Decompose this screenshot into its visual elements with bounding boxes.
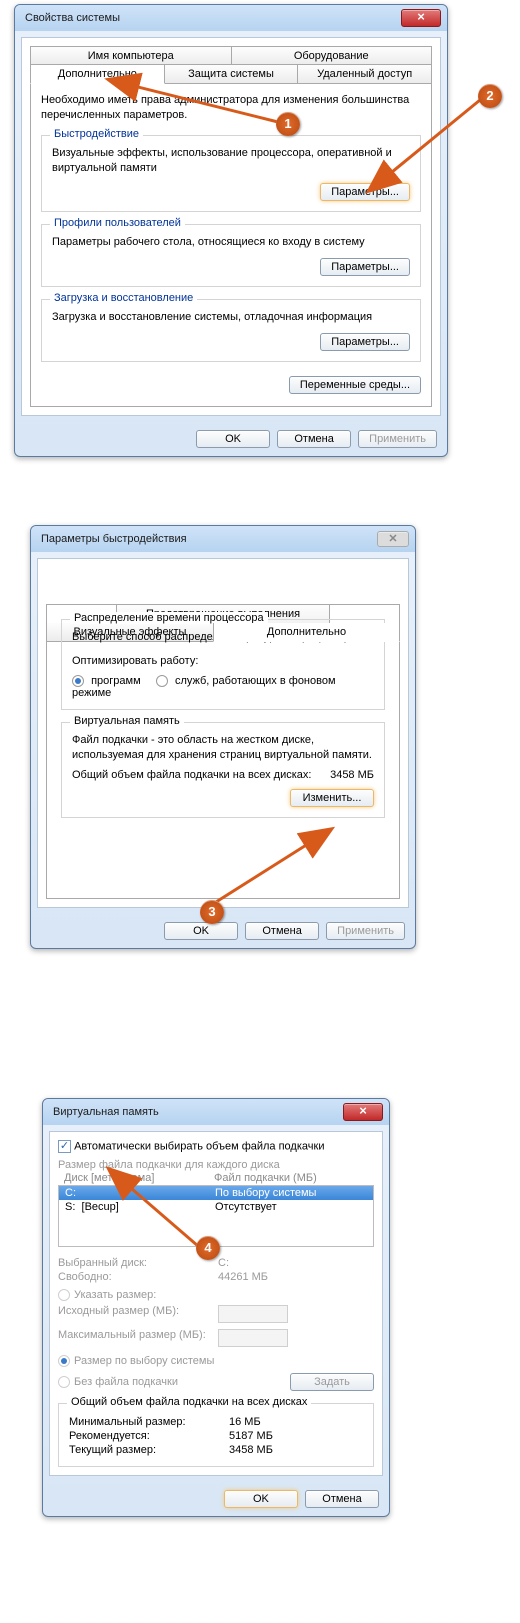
group-virtual-memory: Виртуальная память Файл подкачки - это о…: [61, 722, 385, 818]
max-size-input: [218, 1329, 288, 1347]
recommended-value: 5187 МБ: [229, 1430, 273, 1442]
max-size-label: Максимальный размер (МБ):: [58, 1329, 218, 1347]
window-title: Параметры быстродействия: [41, 533, 187, 545]
group-title: Загрузка и восстановление: [50, 292, 197, 304]
radio-no-pagefile: [58, 1376, 70, 1388]
initial-size-input: [218, 1305, 288, 1323]
admin-note: Необходимо иметь права администратора дл…: [41, 93, 421, 123]
annotation-marker-4: 4: [196, 1236, 220, 1260]
list-item[interactable]: S: [Becup] Отсутствует: [59, 1200, 373, 1214]
drive-pagefile: По выбору системы: [215, 1187, 367, 1199]
radio-system-managed-label: Размер по выбору системы: [74, 1355, 214, 1367]
group-total-pagefile: Общий объем файла подкачки на всех диска…: [58, 1403, 374, 1467]
performance-settings-button[interactable]: Параметры...: [320, 183, 410, 201]
min-size-label: Минимальный размер:: [69, 1416, 229, 1428]
group-desc: Файл подкачки - это область на жестком д…: [72, 733, 374, 763]
close-icon[interactable]: ×: [343, 1103, 383, 1121]
group-desc: Визуальные эффекты, использование процес…: [52, 146, 410, 176]
free-space-value: 44261 МБ: [218, 1271, 268, 1283]
drive-list[interactable]: C: По выбору системы S: [Becup] Отсутств…: [58, 1185, 374, 1247]
cancel-button[interactable]: Отмена: [305, 1490, 379, 1508]
min-size-value: 16 МБ: [229, 1416, 261, 1428]
drive-letter: C:: [65, 1187, 76, 1199]
auto-manage-label: Автоматически выбирать объем файла подка…: [74, 1140, 324, 1152]
close-icon[interactable]: ✕: [377, 531, 409, 547]
auto-manage-checkbox[interactable]: ✓: [58, 1140, 71, 1153]
group-user-profiles: Профили пользователей Параметры рабочего…: [41, 224, 421, 287]
recommended-label: Рекомендуется:: [69, 1430, 229, 1442]
annotation-marker-2: 2: [478, 84, 502, 108]
group-startup-recovery: Загрузка и восстановление Загрузка и вос…: [41, 299, 421, 362]
total-pagefile-label: Общий объем файла подкачки на всех диска…: [72, 769, 330, 781]
radio-programs-label: программ: [91, 675, 141, 687]
change-button[interactable]: Изменить...: [290, 789, 374, 807]
group-title: Быстродействие: [50, 128, 143, 140]
startup-recovery-settings-button[interactable]: Параметры...: [320, 333, 410, 351]
tab-computer-name[interactable]: Имя компьютера: [30, 46, 232, 65]
radio-custom-size: [58, 1289, 70, 1301]
close-icon[interactable]: ×: [401, 9, 441, 27]
set-button: Задать: [290, 1373, 374, 1391]
annotation-marker-1: 1: [276, 112, 300, 136]
window-system-properties: Свойства системы × Имя компьютера Оборуд…: [14, 4, 448, 457]
radio-system-managed: [58, 1355, 70, 1367]
radio-no-pagefile-label: Без файла подкачки: [74, 1376, 178, 1388]
list-item[interactable]: C: По выбору системы: [59, 1186, 373, 1200]
tab-system-protection[interactable]: Защита системы: [164, 64, 299, 84]
group-title: Профили пользователей: [50, 217, 185, 229]
ok-button[interactable]: OK: [224, 1490, 298, 1508]
optimize-label: Оптимизировать работу:: [72, 655, 374, 667]
radio-background[interactable]: [156, 675, 168, 687]
cancel-button[interactable]: Отмена: [245, 922, 319, 940]
window-title: Виртуальная память: [53, 1106, 159, 1118]
drive-letter: S:: [65, 1201, 75, 1213]
apply-button[interactable]: Применить: [358, 430, 437, 448]
selected-drive-label: Выбранный диск:: [58, 1257, 218, 1269]
titlebar[interactable]: Виртуальная память ×: [43, 1099, 389, 1125]
window-title: Свойства системы: [25, 12, 120, 24]
selected-drive-value: C:: [218, 1257, 229, 1269]
col-drive: Диск [метка тома]: [64, 1172, 214, 1184]
tab-remote[interactable]: Удаленный доступ: [297, 64, 432, 84]
cancel-button[interactable]: Отмена: [277, 430, 351, 448]
col-pagefile: Файл подкачки (МБ): [214, 1172, 368, 1184]
user-profiles-settings-button[interactable]: Параметры...: [320, 258, 410, 276]
size-each-label: Размер файла подкачки для каждого диска: [58, 1159, 374, 1171]
current-size-value: 3458 МБ: [229, 1444, 273, 1456]
window-virtual-memory: Виртуальная память × ✓ Автоматически выб…: [42, 1098, 390, 1517]
titlebar[interactable]: Параметры быстродействия ✕: [31, 526, 415, 552]
tab-advanced[interactable]: Дополнительно: [213, 623, 400, 642]
ok-button[interactable]: OK: [164, 922, 238, 940]
group-desc: Загрузка и восстановление системы, отлад…: [52, 310, 410, 325]
radio-custom-size-label: Указать размер:: [74, 1289, 156, 1301]
apply-button[interactable]: Применить: [326, 922, 405, 940]
tab-advanced[interactable]: Дополнительно: [30, 64, 165, 84]
tab-hardware[interactable]: Оборудование: [231, 46, 433, 65]
titlebar[interactable]: Свойства системы ×: [15, 5, 447, 31]
window-performance-options: Параметры быстродействия ✕ Предотвращени…: [30, 525, 416, 949]
drive-label: [Becup]: [82, 1201, 119, 1213]
group-desc: Параметры рабочего стола, относящиеся ко…: [52, 235, 410, 250]
environment-variables-button[interactable]: Переменные среды...: [289, 376, 421, 394]
group-performance: Быстродействие Визуальные эффекты, испол…: [41, 135, 421, 213]
annotation-marker-3: 3: [200, 900, 224, 924]
initial-size-label: Исходный размер (МБ):: [58, 1305, 218, 1323]
free-space-label: Свободно:: [58, 1271, 218, 1283]
group-title: Общий объем файла подкачки на всех диска…: [67, 1396, 311, 1408]
group-title: Виртуальная память: [70, 715, 184, 727]
current-size-label: Текущий размер:: [69, 1444, 229, 1456]
drive-pagefile: Отсутствует: [215, 1201, 367, 1213]
radio-programs[interactable]: [72, 675, 84, 687]
total-pagefile-value: 3458 МБ: [330, 769, 374, 781]
ok-button[interactable]: OK: [196, 430, 270, 448]
